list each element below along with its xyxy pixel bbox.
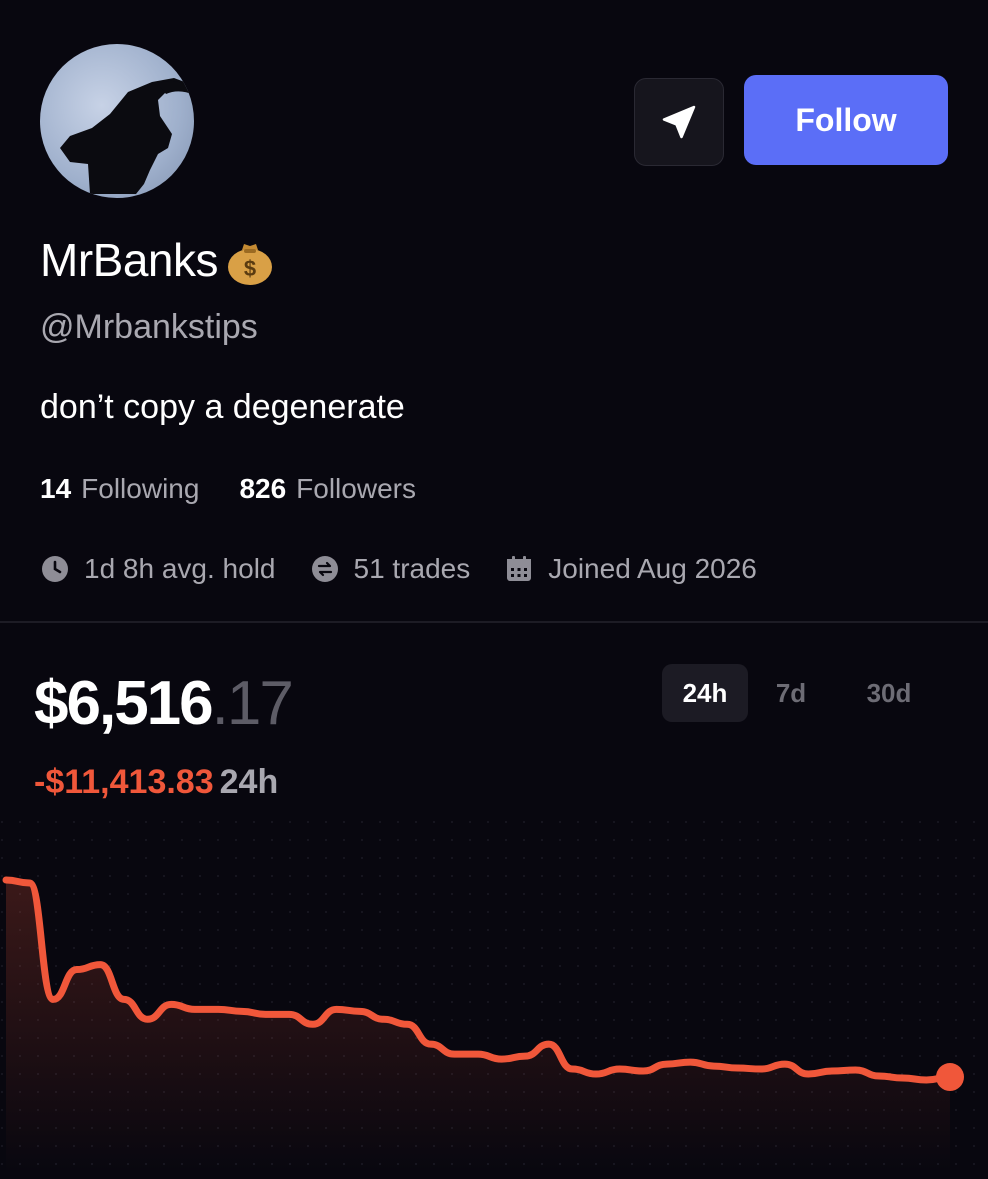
avatar[interactable] bbox=[40, 44, 194, 198]
change-value: -$11,413.83 bbox=[34, 763, 214, 801]
send-icon bbox=[662, 105, 696, 139]
joined-item: Joined Aug 2026 bbox=[504, 553, 757, 585]
follow-button[interactable]: Follow bbox=[744, 75, 948, 165]
portfolio-change: -$11,413.83 24h bbox=[34, 763, 278, 802]
trades-text: 51 trades bbox=[353, 553, 471, 584]
profile-bio: don’t copy a degenerate bbox=[40, 388, 405, 426]
portfolio-balance: $6,516.17 bbox=[34, 668, 294, 739]
profile-handle: @Mrbankstips bbox=[40, 308, 258, 346]
followers-stat[interactable]: 826 Followers bbox=[239, 473, 416, 505]
avg-hold-text: 1d 8h avg. hold bbox=[84, 553, 276, 584]
tab-30d[interactable]: 30d bbox=[834, 664, 944, 722]
profile-meta: 1d 8h avg. hold 51 trades Joined Aug 202… bbox=[40, 553, 791, 585]
follow-stats: 14 Following 826 Followers bbox=[40, 473, 456, 505]
tab-24h[interactable]: 24h bbox=[662, 664, 748, 722]
chart-end-dot bbox=[936, 1063, 964, 1092]
avg-hold-item: 1d 8h avg. hold bbox=[40, 553, 276, 585]
following-label: Following bbox=[81, 473, 200, 504]
goat-silhouette-icon bbox=[60, 78, 194, 194]
money-bag-icon: $ bbox=[227, 244, 272, 285]
calendar-icon bbox=[507, 556, 532, 581]
pnl-chart-svg bbox=[0, 820, 988, 1174]
profile-name: MrBanks bbox=[40, 234, 218, 286]
change-period: 24h bbox=[219, 763, 279, 801]
balance-main: $6,516 bbox=[34, 669, 214, 738]
share-button[interactable] bbox=[634, 78, 724, 166]
following-stat[interactable]: 14 Following bbox=[40, 473, 199, 505]
tab-7d[interactable]: 7d bbox=[748, 664, 834, 722]
joined-text: Joined Aug 2026 bbox=[548, 553, 757, 584]
balance-cents: .17 bbox=[211, 669, 294, 738]
svg-text:$: $ bbox=[244, 256, 256, 281]
profile-name-row: MrBanks $ bbox=[40, 232, 278, 288]
pnl-chart bbox=[0, 820, 988, 1174]
swap-icon bbox=[311, 556, 338, 582]
section-divider bbox=[0, 621, 988, 623]
clock-icon bbox=[42, 556, 68, 582]
following-count: 14 bbox=[40, 473, 72, 504]
followers-label: Followers bbox=[296, 473, 416, 504]
timeframe-tabs: 24h 7d 30d bbox=[662, 664, 944, 722]
trades-item: 51 trades bbox=[310, 553, 471, 585]
followers-count: 826 bbox=[239, 473, 287, 504]
